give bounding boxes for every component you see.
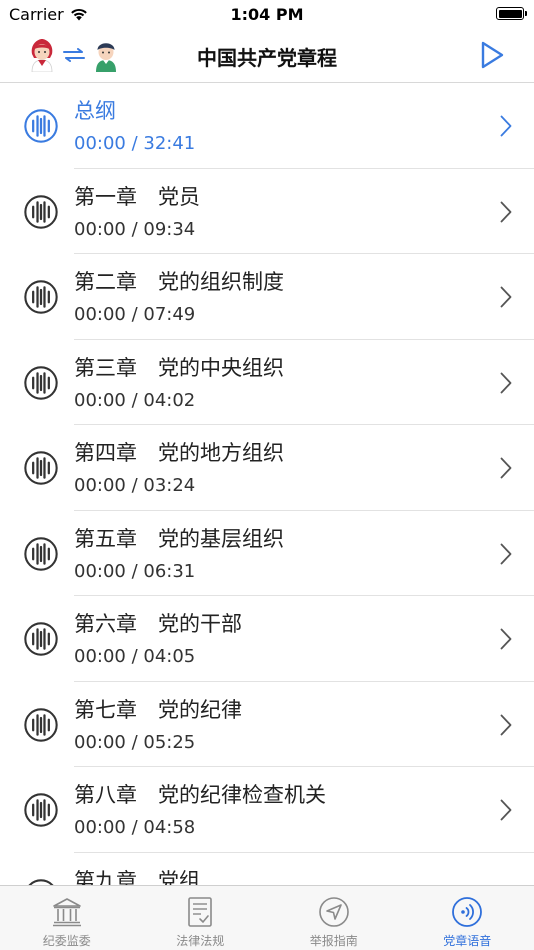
- chevron-right-icon: [500, 372, 512, 393]
- chevron-right-icon: [500, 115, 512, 137]
- tab-label: 法律法规: [176, 934, 225, 948]
- audio-wave-icon: [24, 280, 58, 314]
- chapter-title: 第二章 党的组织制度: [74, 270, 284, 294]
- chapter-list[interactable]: 总纲 00:00 / 32:41 第一章 党员 00:00 / 09:34 第二章 党的…: [0, 83, 534, 885]
- chapter-row[interactable]: 第八章 党的纪律检查机关 00:00 / 04:58: [0, 767, 534, 853]
- chapter-title: 第八章 党的纪律检查机关: [74, 783, 326, 807]
- audio-wave-icon: [24, 536, 58, 571]
- chapter-duration: 00:00 / 04:58: [74, 817, 196, 838]
- chevron-right-icon: [500, 543, 512, 564]
- chevron-right-icon: [500, 714, 512, 735]
- chapter-row[interactable]: 第二章 党的组织制度 00:00 / 07:49: [0, 254, 534, 340]
- chapter-duration: 00:00 / 05:25: [74, 731, 196, 753]
- chapter-row[interactable]: 第七章 党的纪律 00:00 / 05:25: [0, 682, 534, 768]
- tab-report-guide[interactable]: 举报指南: [267, 886, 401, 950]
- chapter-duration: 00:00 / 32:41: [74, 133, 196, 154]
- chapter-title: 第四章 党的地方组织: [74, 441, 284, 465]
- chapter-duration: 00:00 / 07:49: [74, 304, 196, 325]
- chapter-title: 第一章 党员: [74, 184, 200, 209]
- audio-wave-icon: [24, 194, 58, 229]
- audio-wave-icon: [24, 109, 58, 143]
- chapter-duration: 00:00 / 04:02: [74, 389, 196, 411]
- audio-wave-icon: [24, 365, 58, 400]
- audio-wave-icon: [24, 622, 58, 656]
- audio-wave-icon: [28, 878, 54, 885]
- page-title: 中国共产党章程: [197, 46, 337, 70]
- battery-icon: [496, 7, 527, 20]
- audio-wave-icon: [24, 793, 58, 827]
- chapter-title: 第五章 党的基层组织: [74, 526, 284, 551]
- chevron-right-icon: [500, 457, 512, 479]
- chapter-title: 第九章 党组: [74, 868, 200, 886]
- chevron-right-icon: [500, 799, 512, 821]
- chevron-right-icon: [500, 201, 512, 222]
- chapter-row[interactable]: 第九章 党组: [0, 853, 534, 886]
- chapter-duration: 00:00 / 04:05: [74, 646, 196, 667]
- chevron-right-icon: [500, 286, 512, 308]
- nav-bar: 中国共产党章程: [0, 30, 534, 83]
- chapter-row[interactable]: 总纲 00:00 / 32:41: [0, 83, 534, 169]
- status-time: 1:04 PM: [230, 5, 304, 24]
- tab-bar: 纪委监委 法律法规 举报指南 党章语音: [0, 885, 534, 950]
- tab-label: 纪委监委: [42, 934, 91, 948]
- audio-wave-icon: [24, 451, 58, 485]
- chapter-title: 第七章 党的纪律: [74, 697, 242, 722]
- chapter-duration: 00:00 / 03:24: [74, 475, 196, 496]
- status-bar: Carrier 1:04 PM: [0, 0, 534, 30]
- tab-constitution-audio[interactable]: 党章语音: [401, 886, 534, 950]
- chapter-row[interactable]: 第六章 党的干部 00:00 / 04:05: [0, 596, 534, 682]
- chapter-row[interactable]: 第五章 党的基层组织 00:00 / 06:31: [0, 511, 534, 597]
- chapter-title: 第六章 党的干部: [74, 612, 242, 636]
- chapter-row[interactable]: 第一章 党员 00:00 / 09:34: [0, 169, 534, 255]
- chapter-title: 第三章 党的中央组织: [74, 355, 284, 380]
- tab-discipline-commission[interactable]: 纪委监委: [0, 886, 134, 950]
- tab-label: 举报指南: [309, 934, 358, 948]
- audio-icon: [452, 897, 483, 927]
- building-icon: [52, 898, 81, 927]
- document-icon: [188, 897, 213, 927]
- audio-wave-icon: [24, 707, 58, 742]
- chevron-right-icon: [500, 628, 512, 650]
- chapter-duration: 00:00 / 06:31: [74, 560, 196, 582]
- chapter-row[interactable]: 第三章 党的中央组织 00:00 / 04:02: [0, 340, 534, 426]
- tab-laws[interactable]: 法律法规: [134, 886, 268, 950]
- play-button[interactable]: [478, 40, 506, 70]
- navigation-icon: [318, 897, 349, 927]
- chapter-title: 总纲: [74, 99, 116, 123]
- chapter-duration: 00:00 / 09:34: [74, 218, 196, 240]
- chapter-row[interactable]: 第四章 党的地方组织 00:00 / 03:24: [0, 425, 534, 511]
- tab-label: 党章语音: [443, 934, 492, 948]
